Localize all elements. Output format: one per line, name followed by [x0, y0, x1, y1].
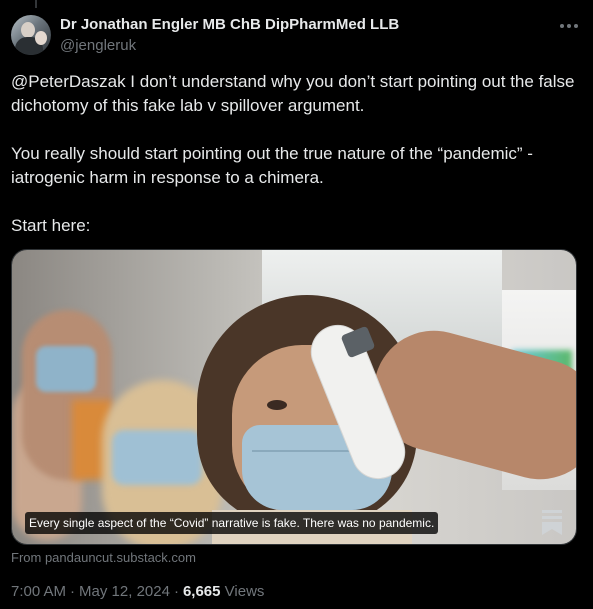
card-photo — [12, 250, 576, 544]
author-handle[interactable]: @jengleruk — [60, 37, 136, 54]
bookmark-icon — [542, 510, 562, 535]
link-card-image[interactable]: Every single aspect of the “Covid” narra… — [11, 249, 577, 545]
thread-connector-line — [35, 0, 37, 8]
card-title-caption: Every single aspect of the “Covid” narra… — [25, 512, 439, 534]
card-source[interactable]: From pandauncut.substack.com — [11, 550, 196, 565]
tweet-paragraph: Start here: — [11, 216, 91, 235]
tweet-paragraph: @PeterDaszak I don’t understand why you … — [11, 72, 575, 115]
meta-separator: · — [173, 583, 179, 600]
tweet-text: @PeterDaszak I don’t understand why you … — [11, 70, 581, 238]
avatar[interactable] — [11, 15, 51, 55]
meta-separator: · — [70, 583, 76, 600]
views-count: 6,665 — [182, 583, 221, 600]
tweet-paragraph: You really should start pointing out the… — [11, 144, 533, 187]
views-label: Views — [224, 583, 265, 600]
tweet-date[interactable]: May 12, 2024 — [79, 583, 170, 600]
more-horizontal-icon[interactable] — [557, 14, 581, 38]
tweet-meta: 7:00 AM · May 12, 2024 · 6,665 Views — [11, 583, 264, 600]
tweet-time[interactable]: 7:00 AM — [11, 583, 66, 600]
tweet-header: Dr Jonathan Engler MB ChB DipPharmMed LL… — [11, 12, 581, 58]
author-display-name[interactable]: Dr Jonathan Engler MB ChB DipPharmMed LL… — [60, 16, 399, 33]
